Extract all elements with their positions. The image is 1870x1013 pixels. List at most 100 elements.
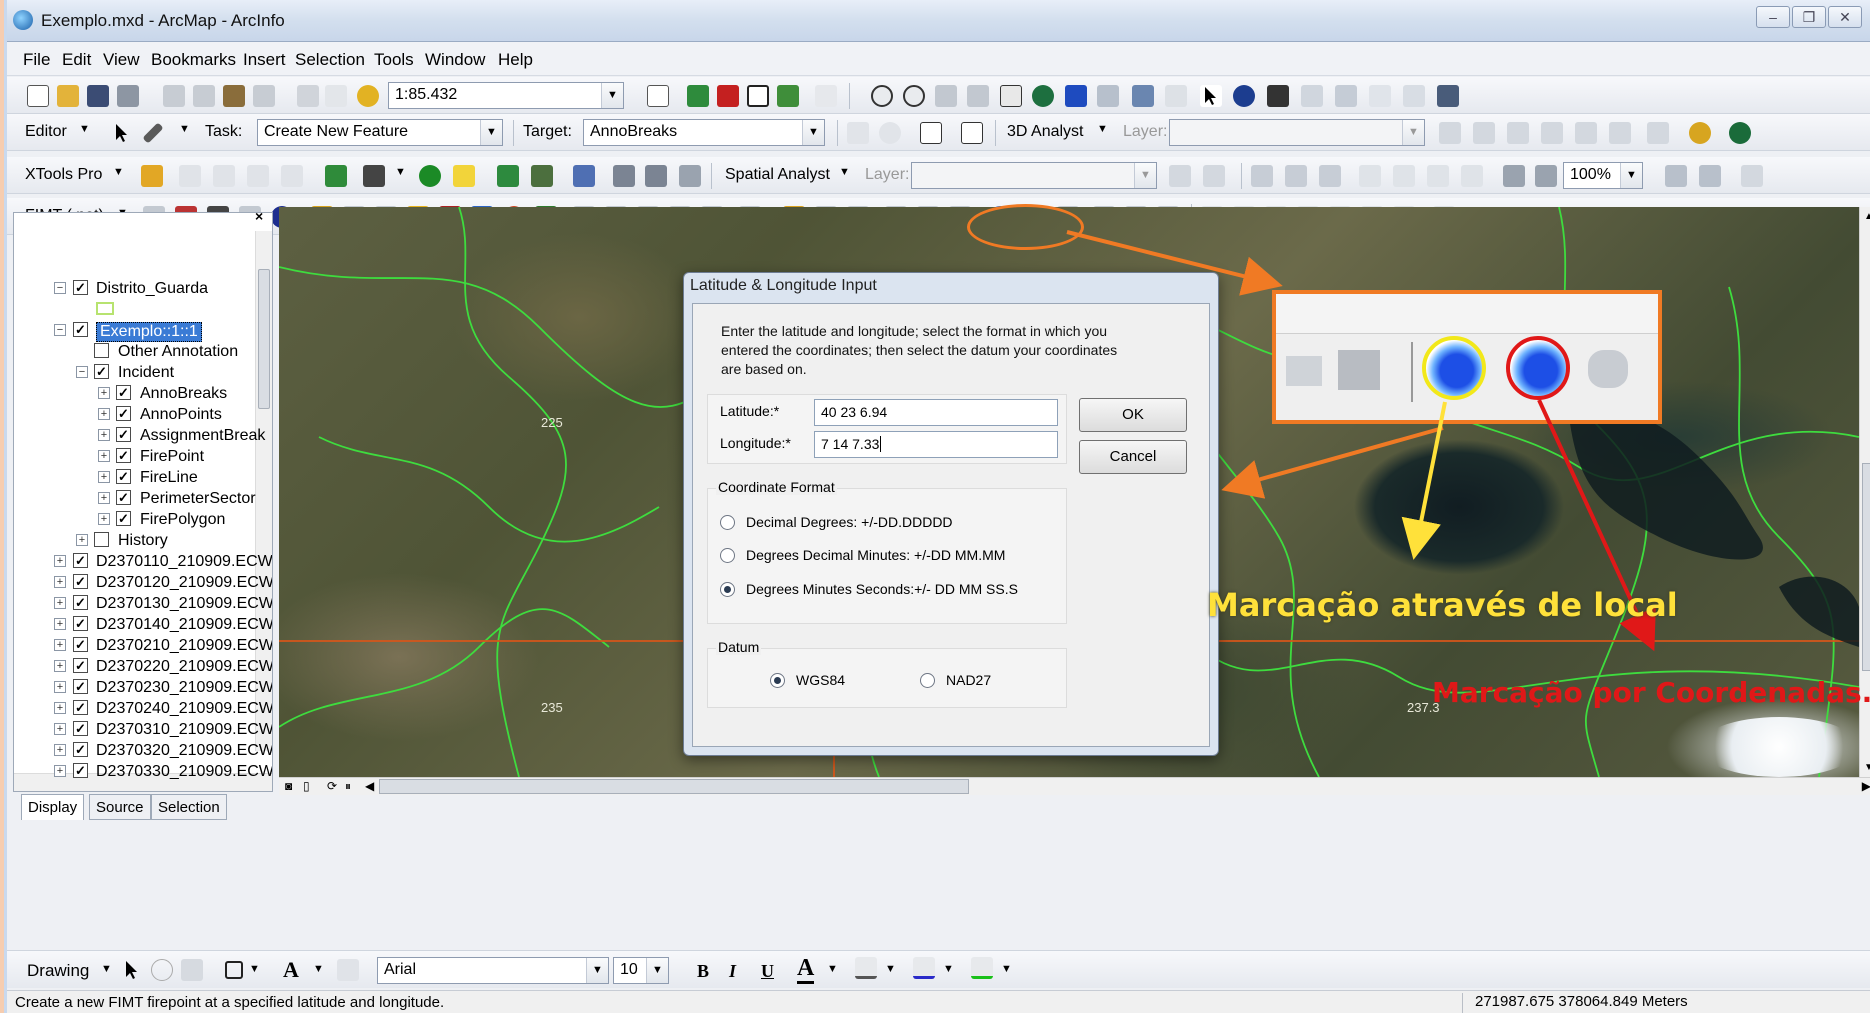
layer-checkbox[interactable] bbox=[94, 343, 109, 358]
interpolate-point-icon[interactable] bbox=[1541, 122, 1563, 144]
arcscene-icon[interactable] bbox=[1689, 122, 1711, 144]
editor-menu[interactable]: Editor bbox=[25, 123, 67, 141]
fixed-zoom-in-icon[interactable] bbox=[935, 85, 957, 107]
chevron-down-icon[interactable]: ▼ bbox=[113, 166, 124, 178]
zoom-in-icon[interactable] bbox=[871, 85, 893, 107]
layer-checkbox[interactable]: ✓ bbox=[73, 700, 88, 715]
shape-conversions-icon[interactable] bbox=[213, 165, 235, 187]
interpolate-line-icon[interactable] bbox=[1575, 122, 1597, 144]
add-data-icon[interactable] bbox=[357, 85, 379, 107]
hyperlink-icon[interactable] bbox=[1369, 85, 1391, 107]
layout-zoom-combo[interactable]: 100% ▼ bbox=[1563, 162, 1643, 189]
find-icon[interactable] bbox=[1267, 85, 1289, 107]
layer-checkbox[interactable]: ✓ bbox=[116, 511, 131, 526]
full-extent-icon[interactable] bbox=[1032, 85, 1054, 107]
chevron-down-icon[interactable]: ▼ bbox=[1620, 163, 1642, 188]
collapse-icon[interactable]: − bbox=[76, 366, 88, 378]
model-builder-icon[interactable] bbox=[777, 85, 799, 107]
target-combo[interactable]: AnnoBreaks ▼ bbox=[583, 119, 825, 146]
paste-icon[interactable] bbox=[223, 85, 245, 107]
chevron-down-icon[interactable]: ▼ bbox=[646, 958, 668, 983]
command-window-icon[interactable] bbox=[747, 85, 769, 107]
layer-checkbox[interactable]: ✓ bbox=[73, 742, 88, 757]
expand-icon[interactable]: + bbox=[98, 450, 110, 462]
tab-display[interactable]: Display bbox=[21, 794, 85, 820]
layer-checkbox[interactable] bbox=[94, 532, 109, 547]
font-combo[interactable]: Arial ▼ bbox=[377, 957, 609, 984]
chevron-down-icon[interactable]: ▼ bbox=[1001, 963, 1012, 975]
italic-button[interactable]: I bbox=[729, 961, 736, 982]
overlay-operations-icon[interactable] bbox=[281, 165, 303, 187]
expand-icon[interactable]: + bbox=[54, 702, 66, 714]
select-elements-icon[interactable] bbox=[121, 959, 143, 981]
rectangle-icon[interactable] bbox=[225, 961, 243, 979]
line-color-icon[interactable] bbox=[913, 957, 935, 979]
new-text-icon[interactable]: A bbox=[283, 957, 299, 983]
layer-checkbox[interactable]: ✓ bbox=[73, 763, 88, 778]
layer-checkbox[interactable]: ✓ bbox=[73, 658, 88, 673]
spatial-analyst-menu[interactable]: Spatial Analyst bbox=[725, 166, 830, 184]
table-operations-icon[interactable] bbox=[179, 165, 201, 187]
expand-icon[interactable]: + bbox=[98, 471, 110, 483]
select-features-icon[interactable] bbox=[1132, 85, 1154, 107]
print-icon[interactable] bbox=[117, 85, 139, 107]
editor-toolbar-icon[interactable] bbox=[647, 85, 669, 107]
attributes-icon[interactable] bbox=[920, 122, 942, 144]
menu-view[interactable]: View bbox=[103, 50, 140, 70]
xtools-layer-icon[interactable] bbox=[363, 165, 385, 187]
map-scale-combo[interactable]: 1:85.432 ▼ bbox=[388, 82, 624, 109]
menu-insert[interactable]: Insert bbox=[243, 50, 286, 70]
identify-icon[interactable] bbox=[1233, 85, 1255, 107]
expand-icon[interactable]: + bbox=[54, 639, 66, 651]
expand-icon[interactable]: + bbox=[54, 723, 66, 735]
layer-checkbox[interactable]: ✓ bbox=[116, 406, 131, 421]
expand-icon[interactable]: + bbox=[98, 513, 110, 525]
chevron-down-icon[interactable]: ▼ bbox=[480, 120, 502, 145]
chevron-down-icon[interactable]: ▼ bbox=[586, 958, 608, 983]
chevron-down-icon[interactable]: ▼ bbox=[101, 963, 112, 975]
refresh-icon[interactable]: ⟳ bbox=[327, 779, 337, 793]
expand-icon[interactable]: + bbox=[54, 597, 66, 609]
data-view-icon[interactable]: ◙ bbox=[285, 779, 292, 793]
expand-icon[interactable]: + bbox=[54, 744, 66, 756]
layer-checkbox[interactable]: ✓ bbox=[73, 679, 88, 694]
back-icon[interactable] bbox=[1065, 85, 1087, 107]
menu-tools[interactable]: Tools bbox=[374, 50, 414, 70]
layer-checkbox[interactable]: ✓ bbox=[73, 322, 88, 337]
degrees-minutes-seconds-radio[interactable] bbox=[720, 582, 735, 597]
xtools-tools-icon[interactable] bbox=[573, 165, 595, 187]
layout-forward-icon[interactable] bbox=[1535, 165, 1557, 187]
layer-checkbox[interactable]: ✓ bbox=[94, 364, 109, 379]
chevron-down-icon[interactable]: ▼ bbox=[601, 83, 623, 108]
bold-button[interactable]: B bbox=[697, 961, 709, 982]
xtools-grid-icon[interactable] bbox=[325, 165, 347, 187]
degrees-decimal-minutes-radio[interactable] bbox=[720, 548, 735, 563]
layout-pan-icon[interactable] bbox=[1319, 165, 1341, 187]
chevron-down-icon[interactable]: ▼ bbox=[313, 963, 324, 975]
select-elements-icon[interactable] bbox=[1200, 85, 1222, 107]
split-tool-icon[interactable] bbox=[847, 122, 869, 144]
scroll-right-icon[interactable]: ▶ bbox=[1862, 779, 1870, 793]
drawing-menu[interactable]: Drawing bbox=[27, 961, 89, 981]
line-of-sight-icon[interactable] bbox=[1507, 122, 1529, 144]
redo-icon[interactable] bbox=[325, 85, 347, 107]
map-scroll-thumb[interactable] bbox=[1862, 463, 1870, 671]
save-icon[interactable] bbox=[87, 85, 109, 107]
layer-checkbox[interactable]: ✓ bbox=[116, 469, 131, 484]
xtools-tool-icon[interactable] bbox=[453, 165, 475, 187]
layer-checkbox[interactable]: ✓ bbox=[73, 721, 88, 736]
expand-icon[interactable]: + bbox=[54, 765, 66, 777]
whats-this-icon[interactable] bbox=[815, 85, 837, 107]
xtools-calculator-icon[interactable] bbox=[497, 165, 519, 187]
chevron-down-icon[interactable]: ▼ bbox=[1402, 120, 1424, 145]
layer-checkbox[interactable]: ✓ bbox=[116, 427, 131, 442]
tab-source[interactable]: Source bbox=[89, 794, 151, 820]
measure-icon[interactable] bbox=[1335, 85, 1357, 107]
xtools-gear-icon[interactable] bbox=[679, 165, 701, 187]
edit-tool-icon[interactable] bbox=[111, 122, 133, 144]
expand-icon[interactable]: + bbox=[98, 387, 110, 399]
new-document-icon[interactable] bbox=[27, 85, 49, 107]
time-slider-icon[interactable] bbox=[1437, 85, 1459, 107]
expand-icon[interactable]: + bbox=[98, 429, 110, 441]
open-folder-icon[interactable] bbox=[57, 85, 79, 107]
